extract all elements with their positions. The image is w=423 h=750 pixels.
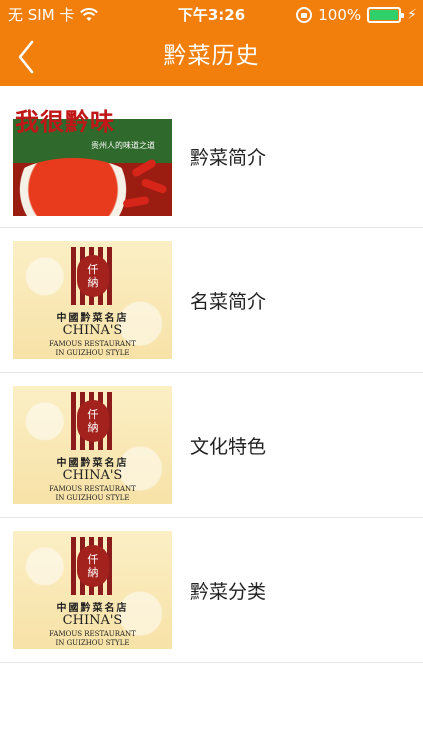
seal-logo: 仟納 [77,545,109,587]
list-item[interactable]: 仟納 中國黔菜名店 CHINA'S FAMOUS RESTAURANT IN G… [0,518,423,663]
logo-subtitle-2: IN GUIZHOU STYLE [55,639,130,647]
dish-brand-text: 我很黔味 [15,107,115,136]
menu-list: 我很黔味 贵州人的味道之道 黔菜简介 仟納 中國黔菜名店 CHINA'S FAM… [0,86,423,663]
logo-english-text: CHINA'S [62,613,123,628]
app-header: 无 SIM 卡 下午3:26 100% ⚡ 黔菜历史 [0,0,423,86]
seal-frame: 仟納 [71,537,115,595]
list-item-label: 黔菜分类 [190,580,267,603]
list-item[interactable]: 我很黔味 贵州人的味道之道 黔菜简介 [0,86,423,228]
seal-logo: 仟納 [77,255,109,297]
logo-chinese-text: 中國黔菜名店 [56,313,129,324]
list-item[interactable]: 仟納 中國黔菜名店 CHINA'S FAMOUS RESTAURANT IN G… [0,373,423,518]
dish-plate [13,158,143,216]
list-item-label: 文化特色 [190,435,267,458]
logo-subtitle-1: FAMOUS RESTAURANT [49,485,136,493]
chili-pepper [140,177,168,195]
logo-subtitle-1: FAMOUS RESTAURANT [49,340,136,348]
list-item-label: 黔菜简介 [190,147,267,169]
logo-english-text: CHINA'S [62,323,123,338]
restaurant-logo-image: 仟納 中國黔菜名店 CHINA'S FAMOUS RESTAURANT IN G… [13,241,172,359]
logo-chinese-text: 中國黔菜名店 [56,603,129,614]
logo-subtitle-2: IN GUIZHOU STYLE [55,349,130,357]
spicy-dish-image: 我很黔味 贵州人的味道之道 [13,98,172,216]
list-item[interactable]: 仟納 中國黔菜名店 CHINA'S FAMOUS RESTAURANT IN G… [0,228,423,373]
battery-icon [367,7,405,23]
restaurant-logo-image: 仟納 中國黔菜名店 CHINA'S FAMOUS RESTAURANT IN G… [13,531,172,649]
seal-frame: 仟納 [71,392,115,450]
chili-pepper [130,158,158,178]
navigation-bar: 黔菜历史 [0,30,423,86]
seal-logo: 仟納 [77,400,109,442]
list-item-label: 名菜简介 [190,290,267,313]
restaurant-logo-image: 仟納 中國黔菜名店 CHINA'S FAMOUS RESTAURANT IN G… [13,386,172,504]
battery-fill [370,10,399,20]
logo-subtitle-2: IN GUIZHOU STYLE [55,494,130,502]
status-bar: 无 SIM 卡 下午3:26 100% ⚡ [0,0,423,30]
orientation-lock-icon [296,7,313,23]
charging-icon: ⚡ [407,7,417,23]
seal-frame: 仟納 [71,247,115,305]
battery-percent: 100% [318,6,362,24]
logo-chinese-text: 中國黔菜名店 [56,458,129,469]
logo-subtitle-1: FAMOUS RESTAURANT [49,630,136,638]
dish-slogan-text: 贵州人的味道之道 [91,141,155,150]
logo-english-text: CHINA'S [62,468,123,483]
page-title: 黔菜历史 [163,43,260,69]
